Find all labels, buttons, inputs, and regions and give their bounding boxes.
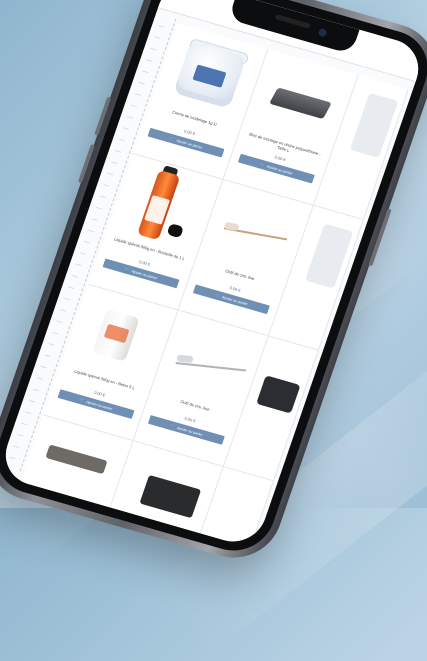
product-price [282,300,331,314]
product-image[interactable] [253,347,305,422]
cart-icon: 🛒 [260,162,266,168]
product-image[interactable] [208,190,301,276]
add-to-cart-label: Ajouter au panier [176,425,203,436]
product-image[interactable] [298,216,350,291]
product-image[interactable] [163,321,256,407]
cart-icon: 🛒 [124,266,130,272]
product-price [237,430,286,444]
product-image[interactable] [117,164,210,250]
product-image[interactable] [343,86,395,161]
front-camera-icon [318,28,328,38]
add-to-cart-label: Ajouter au panier [221,295,248,306]
add-to-cart-label: Ajouter au panier [176,138,203,149]
product-image[interactable] [162,34,255,120]
cart-icon: 🛒 [215,292,221,298]
add-to-cart-label: Ajouter au panier [131,269,158,280]
product-image[interactable] [72,295,165,381]
add-to-cart-label: Ajouter au panier [266,164,293,175]
product-image[interactable] [253,60,346,146]
cart-icon: 🛒 [169,136,175,142]
add-to-cart-label: Ajouter au panier [86,399,113,410]
speaker-grille [275,14,311,29]
cart-icon: 🛒 [170,423,176,429]
cart-icon: 🛒 [79,397,85,403]
product-price [327,169,376,183]
